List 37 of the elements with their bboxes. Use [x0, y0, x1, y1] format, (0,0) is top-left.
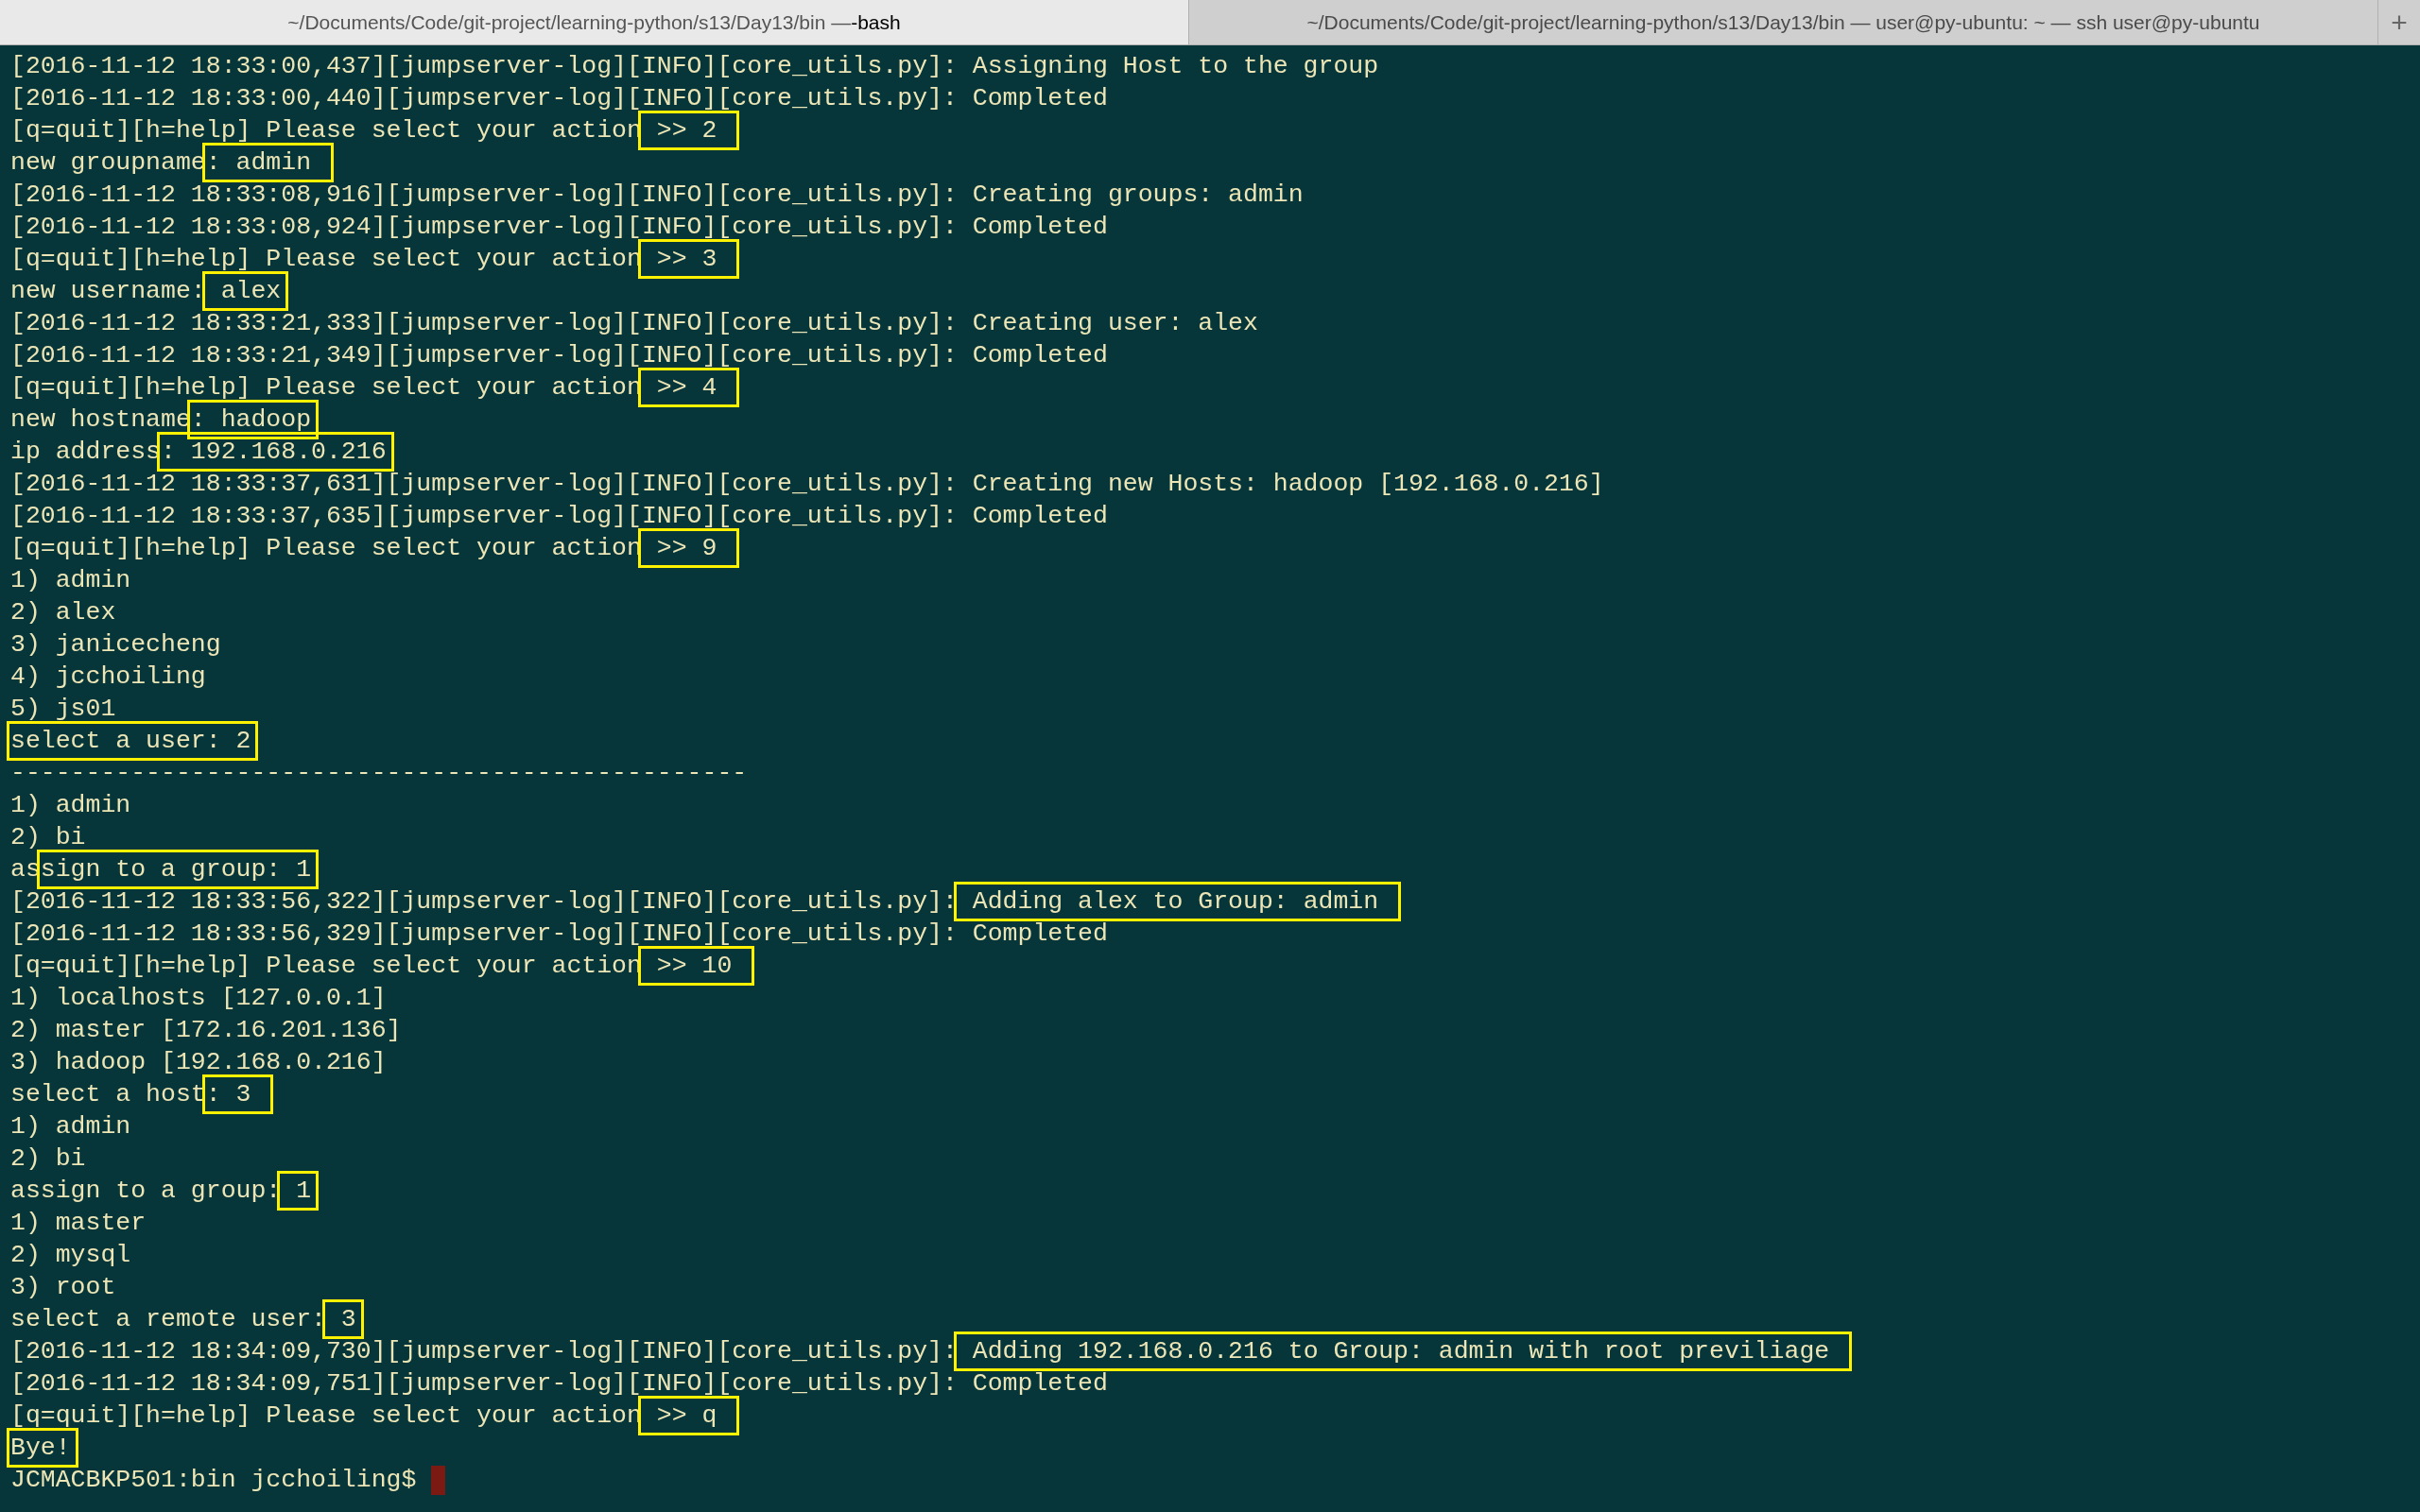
terminal-text: select a host — [10, 1079, 206, 1110]
terminal-text: 1) admin — [10, 1111, 131, 1143]
terminal-text: ip address — [10, 437, 162, 468]
terminal-text: [2016-11-12 18:33:56,329][jumpserver-log][INFO][core_utils.py]: Completed — [10, 919, 1108, 950]
terminal-text: 4) jcchoiling — [10, 662, 206, 693]
terminal-text: 1) master — [10, 1208, 147, 1239]
terminal-text: [2016-11-12 18:33:00,440][jumpserver-log][INFO][core_utils.py]: Completed — [10, 83, 1108, 114]
terminal-text: [2016-11-12 18:34:09,730][jumpserver-log][INFO][core_utils.py]: — [10, 1336, 958, 1367]
terminal-text: new groupname — [10, 147, 206, 179]
terminal-text: [2016-11-12 18:34:09,751][jumpserver-log][INFO][core_utils.py]: Completed — [10, 1368, 1108, 1400]
terminal-text: select a remote user: — [10, 1304, 326, 1335]
terminal-text: 1) admin — [10, 565, 131, 596]
terminal-text: 3) root — [10, 1272, 116, 1303]
terminal-text: 5) js01 — [10, 694, 116, 725]
terminal-tab[interactable]: ~/Documents/Code/git-project/learning-python/s13/Day13/bin —-bash — [0, 0, 1189, 44]
terminal-text: assign to a group: — [10, 1176, 282, 1207]
terminal-text: 1) localhosts [127.0.0.1] — [10, 983, 387, 1014]
terminal-text: [2016-11-12 18:33:37,635][jumpserver-log][INFO][core_utils.py]: Completed — [10, 501, 1108, 532]
terminal-text: [2016-11-12 18:33:37,631][jumpserver-log][INFO][core_utils.py]: Creating new Hosts: hadoop [192.168.0.216] — [10, 469, 1604, 500]
terminal-text: 3) hadoop [192.168.0.216] — [10, 1047, 387, 1078]
terminal-text: [2016-11-12 18:33:56,322][jumpserver-log][INFO][core_utils.py]: — [10, 886, 958, 918]
terminal-text: [2016-11-12 18:33:00,437][jumpserver-log][INFO][core_utils.py]: Assigning Host to the group — [10, 51, 1379, 82]
terminal-text: JCMACBKP501:bin jcchoiling$ — [10, 1465, 418, 1496]
terminal-text: 3) janicecheng — [10, 629, 221, 661]
terminal-text: 2) mysql — [10, 1240, 131, 1271]
terminal-text: new username: — [10, 276, 206, 307]
terminal-text: 1) admin — [10, 790, 131, 821]
terminal-text: [2016-11-12 18:33:08,916][jumpserver-log][INFO][core_utils.py]: Creating groups: admin — [10, 180, 1304, 211]
terminal-text: 2) master [172.16.201.136] — [10, 1015, 402, 1046]
terminal-text: ------------------------------------------------- — [10, 758, 748, 789]
terminal-text: 2) alex — [10, 597, 116, 628]
terminal-text: [2016-11-12 18:33:08,924][jumpserver-log][INFO][core_utils.py]: Completed — [10, 212, 1108, 243]
terminal-text: 2) bi — [10, 1143, 86, 1175]
terminal-text: [2016-11-12 18:33:21,349][jumpserver-log][INFO][core_utils.py]: Completed — [10, 340, 1108, 371]
terminal-text: new hostname — [10, 404, 191, 436]
terminal-text: 2) bi — [10, 822, 86, 853]
terminal-text: [2016-11-12 18:33:21,333][jumpserver-log][INFO][core_utils.py]: Creating user: alex — [10, 308, 1258, 339]
